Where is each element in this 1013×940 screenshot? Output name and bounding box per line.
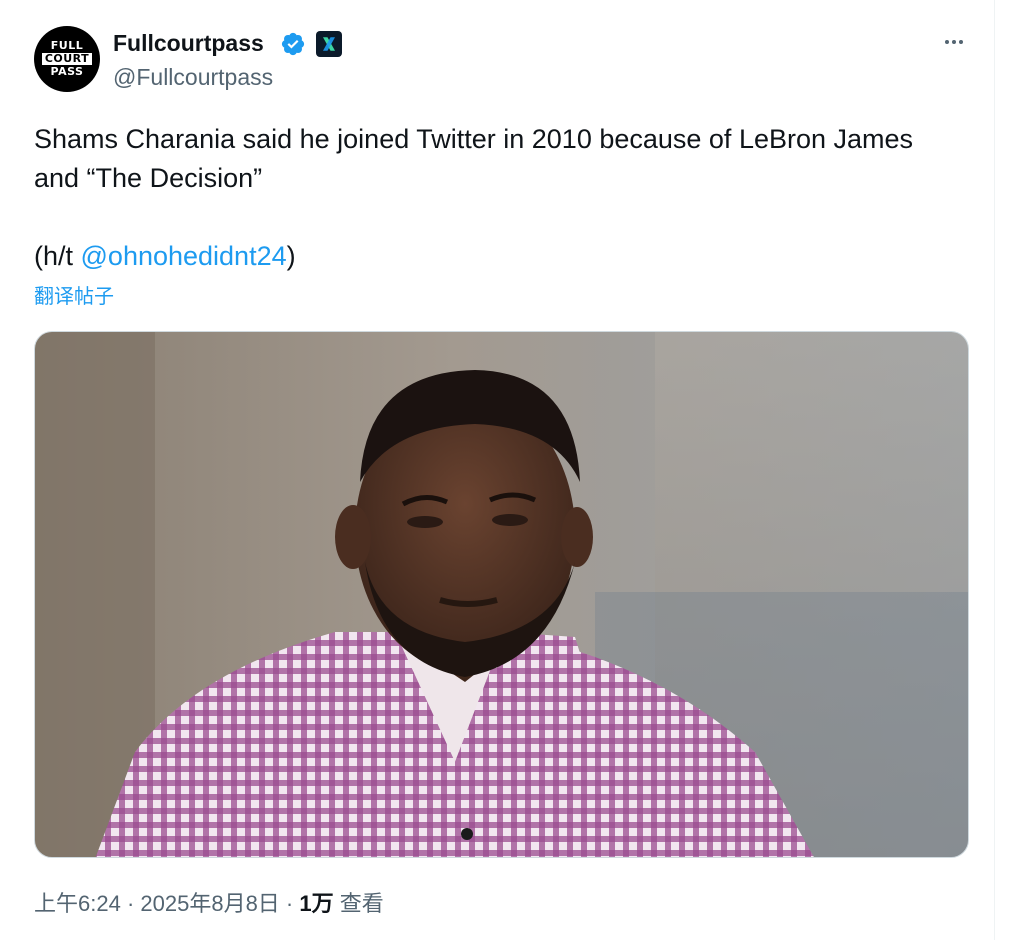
post-text-line-1: Shams Charania said he joined Twitter in… bbox=[34, 124, 914, 154]
post-text-spacer bbox=[34, 198, 974, 237]
affiliate-logo-icon bbox=[323, 37, 335, 51]
verified-badge-icon[interactable] bbox=[280, 31, 306, 57]
x-affiliate-icon[interactable] bbox=[316, 31, 342, 57]
mention-link[interactable]: @ohnohedidnt24 bbox=[81, 241, 287, 271]
avatar-text-mid: COURT bbox=[41, 53, 93, 65]
credit-prefix: (h/t bbox=[34, 241, 81, 271]
post-text: Shams Charania said he joined Twitter in… bbox=[34, 120, 974, 276]
views-count: 1万 bbox=[299, 891, 334, 916]
photo-image bbox=[35, 332, 968, 857]
avatar[interactable]: FULL COURT PASS bbox=[34, 26, 100, 92]
more-options-icon[interactable] bbox=[938, 30, 970, 54]
avatar-text-top: FULL bbox=[50, 39, 84, 52]
credit-suffix: ) bbox=[286, 241, 296, 271]
avatar-text-bottom: PASS bbox=[50, 65, 84, 78]
meta-separator: · bbox=[279, 891, 300, 916]
meta-separator: · bbox=[120, 891, 141, 916]
post-date[interactable]: 2025年8月8日 bbox=[140, 891, 279, 916]
more-dot bbox=[959, 40, 963, 44]
author-display-name[interactable]: Fullcourtpass bbox=[113, 29, 264, 57]
post-photo[interactable] bbox=[34, 331, 969, 858]
post-time[interactable]: 上午6:24 bbox=[34, 891, 121, 916]
translate-post-link[interactable]: 翻译帖子 bbox=[34, 284, 114, 310]
author-handle[interactable]: @Fullcourtpass bbox=[113, 63, 273, 91]
post-card: FULL COURT PASS Fullcourtpass @Fullcourt… bbox=[0, 0, 995, 940]
more-dot bbox=[945, 40, 949, 44]
post-text-credit: (h/t @ohnohedidnt24) bbox=[34, 237, 974, 276]
post-text-line-2: and “The Decision” bbox=[34, 163, 263, 193]
post-meta: 上午6:24 · 2025年8月8日 · 1万 查看 bbox=[34, 889, 384, 919]
views-label: 查看 bbox=[333, 891, 384, 916]
more-dot bbox=[952, 40, 956, 44]
